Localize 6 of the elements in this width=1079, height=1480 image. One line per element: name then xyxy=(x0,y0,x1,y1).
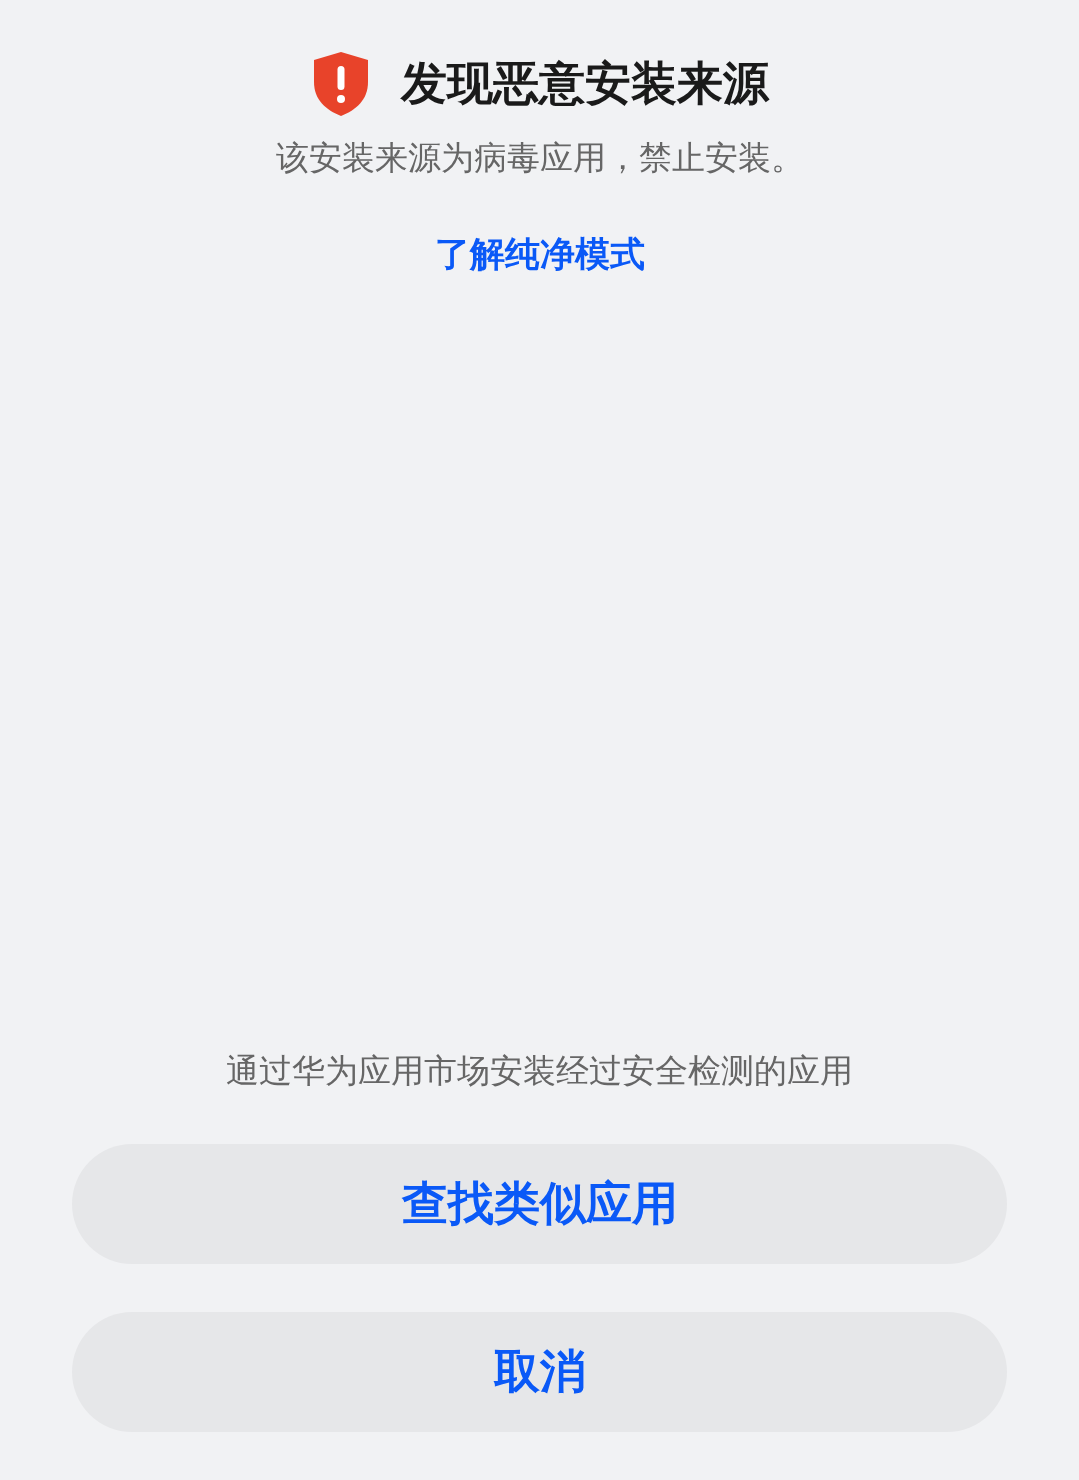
warning-message: 该安装来源为病毒应用，禁止安装。 xyxy=(275,137,804,179)
dialog-title: 发现恶意安装来源 xyxy=(400,55,769,112)
hint-text: 通过华为应用市场安装经过安全检测的应用 xyxy=(226,1050,853,1092)
find-similar-button[interactable]: 查找类似应用 xyxy=(72,1144,1007,1264)
cancel-button[interactable]: 取消 xyxy=(72,1312,1007,1432)
learn-more-link[interactable]: 了解纯净模式 xyxy=(434,231,645,278)
